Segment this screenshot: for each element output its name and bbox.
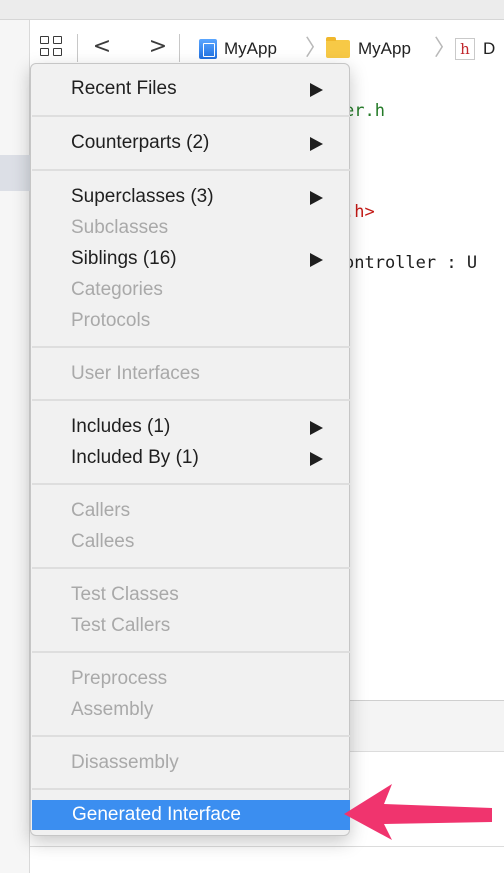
breadcrumb-folder[interactable]: MyApp xyxy=(326,37,411,61)
menu-item-generated-interface[interactable]: Generated Interface xyxy=(32,800,350,830)
menu-item-test-callers: Test Callers xyxy=(31,612,349,640)
breadcrumb-folder-label: MyApp xyxy=(358,39,411,58)
back-button[interactable]: < xyxy=(90,32,114,62)
menu-separator xyxy=(32,483,350,485)
menu-separator xyxy=(32,567,350,569)
menu-item-protocols: Protocols xyxy=(31,307,349,335)
menu-item-label: Test Callers xyxy=(71,615,171,636)
gutter-selection xyxy=(0,155,30,191)
submenu-arrow-icon xyxy=(310,83,323,97)
xcode-project-icon xyxy=(199,39,217,59)
menu-item-label: Generated Interface xyxy=(72,804,241,825)
menu-item-label: Recent Files xyxy=(71,78,177,99)
menu-separator xyxy=(32,735,350,737)
menu-item-disassembly: Disassembly xyxy=(31,749,349,777)
code-line-import: er.h xyxy=(344,101,385,121)
menu-item-siblings[interactable]: Siblings (16) xyxy=(31,245,349,273)
menu-separator xyxy=(32,346,350,348)
menu-item-superclasses[interactable]: Superclasses (3) xyxy=(31,183,349,211)
menu-item-label: Superclasses (3) xyxy=(71,186,214,207)
menu-item-callers: Callers xyxy=(31,497,349,525)
menu-separator xyxy=(32,399,350,401)
menu-item-label: Disassembly xyxy=(71,752,179,773)
menu-separator xyxy=(32,788,350,790)
submenu-arrow-icon xyxy=(310,421,323,435)
menu-item-label: Includes (1) xyxy=(71,416,171,437)
menu-separator xyxy=(32,651,350,653)
menu-item-assembly: Assembly xyxy=(31,696,349,724)
submenu-arrow-icon xyxy=(310,452,323,466)
menu-separator xyxy=(32,169,350,171)
menu-item-label: Subclasses xyxy=(71,217,169,238)
menu-item-preprocess: Preprocess xyxy=(31,665,349,693)
menu-item-label: Callees xyxy=(71,531,135,552)
breadcrumb-project[interactable]: MyApp xyxy=(199,37,277,61)
jump-bar-divider xyxy=(77,34,78,62)
code-line-interface-declaration: ontroller : U xyxy=(344,253,478,273)
breadcrumb-chevron-icon: 〉 xyxy=(305,36,328,61)
breadcrumb-chevron-icon: 〉 xyxy=(434,36,457,61)
menu-item-categories: Categories xyxy=(31,276,349,304)
submenu-arrow-icon xyxy=(310,253,323,267)
menu-item-label: Protocols xyxy=(71,310,151,331)
menu-item-label: Counterparts (2) xyxy=(71,132,210,153)
menu-item-test-classes: Test Classes xyxy=(31,581,349,609)
menu-item-label: Preprocess xyxy=(71,668,168,689)
menu-item-callees: Callees xyxy=(31,528,349,556)
menu-item-label: User Interfaces xyxy=(71,363,200,384)
pink-callout-arrow-icon xyxy=(344,784,492,840)
menu-item-recent-files[interactable]: Recent Files xyxy=(31,75,349,103)
menu-item-label: Callers xyxy=(71,500,131,521)
menu-separator xyxy=(32,115,350,117)
menu-item-included-by[interactable]: Included By (1) xyxy=(31,444,349,472)
jump-bar-divider xyxy=(179,34,180,62)
submenu-arrow-icon xyxy=(310,191,323,205)
menu-item-counterparts[interactable]: Counterparts (2) xyxy=(31,129,349,157)
menu-item-label: Categories xyxy=(71,279,163,300)
menu-item-label: Assembly xyxy=(71,699,154,720)
menu-item-label: Siblings (16) xyxy=(71,248,177,269)
folder-icon xyxy=(326,37,350,58)
left-gutter xyxy=(0,20,30,873)
menu-item-includes[interactable]: Includes (1) xyxy=(31,413,349,441)
menu-item-label: Included By (1) xyxy=(71,447,199,468)
header-file-icon: h xyxy=(455,38,475,60)
bottom-divider xyxy=(30,846,504,847)
breadcrumb-file-label: D xyxy=(483,39,496,58)
breadcrumb-project-label: MyApp xyxy=(224,39,277,58)
menu-item-user-interfaces: User Interfaces xyxy=(31,360,349,388)
window-top-strip xyxy=(0,0,504,20)
submenu-arrow-icon xyxy=(310,137,323,151)
forward-button[interactable]: > xyxy=(146,32,170,62)
related-items-menu: Recent Files Counterparts (2) Superclass… xyxy=(30,63,350,836)
breadcrumb-file[interactable]: h D xyxy=(455,37,495,61)
menu-item-subclasses: Subclasses xyxy=(31,214,349,242)
menu-item-label: Test Classes xyxy=(71,584,179,605)
related-items-grid-icon[interactable] xyxy=(40,36,66,60)
